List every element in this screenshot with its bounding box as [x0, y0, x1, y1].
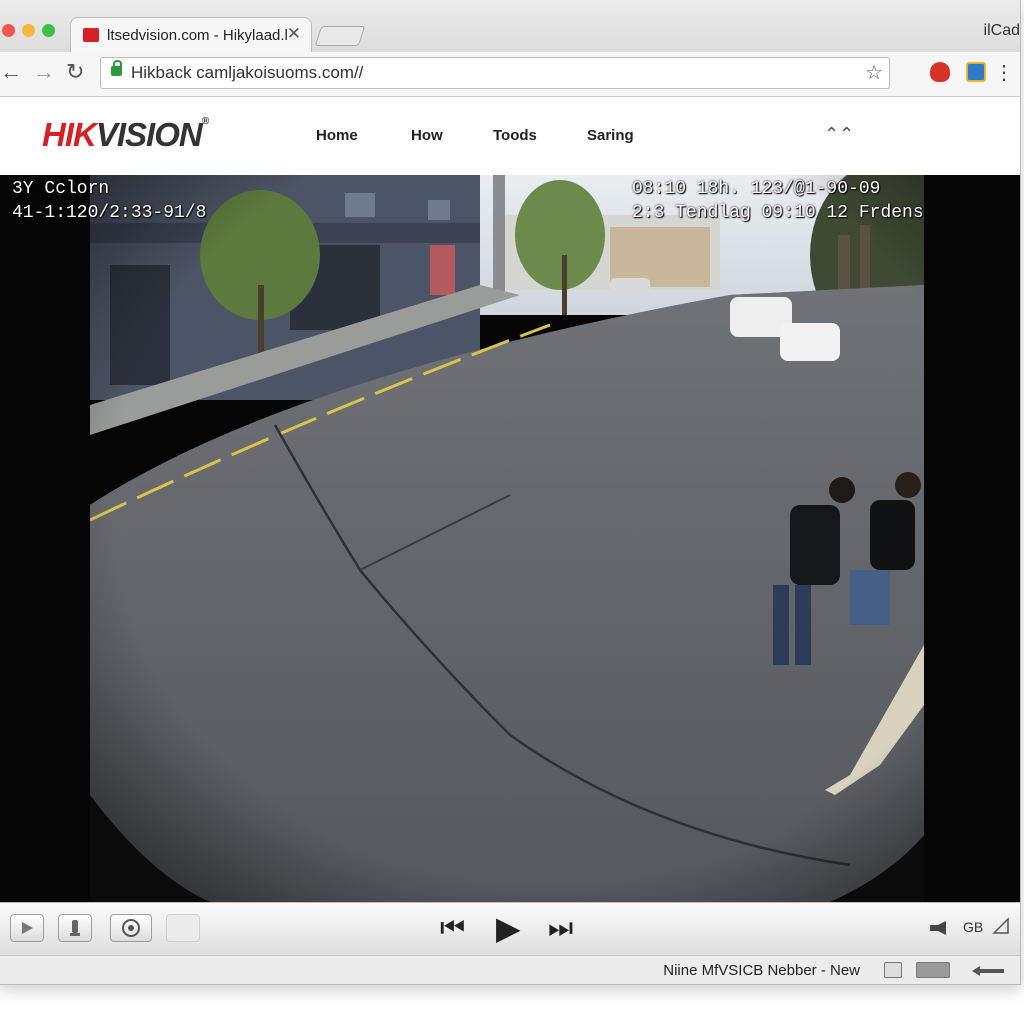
browser-window: ltsedvision.com - Hikylaad.l ✕ ilCad ← →… — [0, 0, 1021, 985]
nav-home[interactable]: Home — [316, 127, 358, 144]
back-arrow-icon[interactable] — [970, 963, 1006, 979]
address-bar[interactable]: Hikback camljakoisuoms.com// ☆ — [100, 57, 890, 89]
minimize-window-button[interactable] — [22, 24, 35, 37]
play-icon[interactable]: ▶ — [496, 912, 521, 944]
nav-how[interactable]: How — [411, 127, 443, 144]
video-viewport[interactable]: 3Y Cclorn 41-1:120/2:33-91/8 08:10 18h. … — [0, 175, 1020, 902]
record-icon — [70, 920, 80, 936]
nav-toods[interactable]: Toods — [493, 127, 537, 144]
grid-icon[interactable] — [884, 962, 902, 978]
logo-registered-mark: ® — [201, 116, 209, 127]
chevron-up-icon[interactable]: ⌃⌃ — [824, 124, 854, 145]
nav-saring[interactable]: Saring — [587, 127, 634, 144]
hikvision-logo[interactable]: HIKVISION® — [42, 116, 209, 154]
record-button[interactable] — [58, 914, 92, 942]
camera-icon — [122, 919, 140, 937]
new-tab-button[interactable] — [314, 26, 366, 46]
logo-dark-text: VISION — [95, 116, 203, 153]
fire-extension-icon[interactable] — [930, 62, 950, 82]
browser-tab[interactable]: ltsedvision.com - Hikylaad.l ✕ — [70, 17, 312, 53]
tab-strip: ltsedvision.com - Hikylaad.l ✕ ilCad — [0, 0, 1020, 53]
film-icon[interactable] — [916, 962, 950, 978]
logo-red-text: HIK — [42, 116, 97, 153]
menu-icon[interactable]: ⋮ — [994, 60, 1014, 85]
play-small-icon — [22, 922, 33, 934]
forward-icon[interactable]: → — [33, 60, 55, 84]
osd-left-timestamp: 41-1:120/2:33-91/8 — [12, 203, 207, 223]
fullscreen-icon[interactable] — [992, 917, 1010, 935]
osd-right-info: 2:3 Tendlag 09:10 12 Frdens — [632, 203, 924, 223]
tab-title: ltsedvision.com - Hikylaad.l — [107, 27, 288, 44]
close-window-button[interactable] — [2, 24, 15, 37]
tile-extension-icon[interactable] — [966, 62, 986, 82]
red-favicon-icon — [83, 28, 99, 42]
next-icon[interactable]: ⏭ — [548, 913, 573, 943]
disabled-button[interactable] — [166, 914, 200, 942]
tab-close-icon[interactable]: ✕ — [287, 24, 301, 44]
maximize-window-button[interactable] — [42, 24, 55, 37]
osd-camera-name: 3Y Cclorn — [12, 179, 110, 199]
prev-icon[interactable]: ⏮ — [440, 913, 465, 943]
status-bar: Niine MfVSICB Nebber - New — [0, 955, 1020, 984]
player-controls: ⏮ ▶ ⏭ GB — [0, 902, 1020, 955]
speaker-icon[interactable] — [930, 921, 950, 935]
quality-label[interactable]: GB — [963, 919, 983, 935]
back-icon[interactable]: ← — [0, 60, 22, 84]
snapshot-button[interactable] — [10, 914, 44, 942]
status-text: Niine MfVSICB Nebber - New — [663, 962, 860, 979]
star-icon[interactable]: ☆ — [865, 60, 883, 85]
camera-feed-image — [90, 175, 924, 902]
camera-button[interactable] — [110, 914, 152, 942]
reload-icon[interactable]: ↻ — [66, 60, 84, 84]
lock-icon — [111, 60, 122, 76]
site-header: HIKVISION® Home How Toods Saring ⌃⌃ — [0, 97, 1020, 175]
osd-right-timestamp: 08:10 18h. 123/@1-90-09 — [632, 179, 881, 199]
profile-label[interactable]: ilCad — [984, 22, 1020, 40]
url-text[interactable]: Hikback camljakoisuoms.com// — [131, 63, 363, 83]
browser-toolbar: ← → ↻ Hikback camljakoisuoms.com// ☆ ⋮ — [0, 52, 1020, 97]
